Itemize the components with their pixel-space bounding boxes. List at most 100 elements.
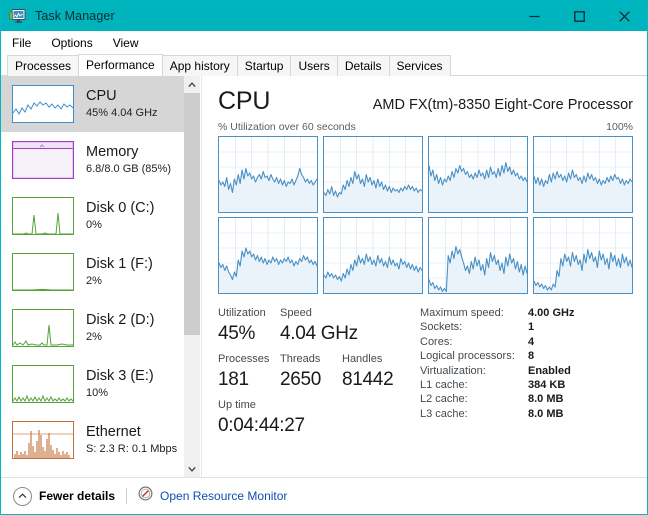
sidebar-item-disk-0-text: Disk 0 (C:) 0% [86, 200, 154, 232]
spec-virtualization: Virtualization: Enabled [420, 364, 633, 378]
sidebar-item-disk-3-name: Disk 3 (E:) [86, 368, 154, 384]
maximize-button[interactable] [557, 1, 602, 31]
chevron-up-circle-icon [13, 486, 32, 506]
spec-maximum-speed: Maximum speed: 4.00 GHz [420, 306, 633, 320]
cpu-stats: Utilization 45% Speed 4.04 GHz Processes… [218, 306, 633, 439]
menu-item-file[interactable]: File [10, 34, 40, 52]
sidebar-item-memory-name: Memory [86, 144, 139, 160]
spec-virtualization-key: Virtualization: [420, 364, 486, 377]
tab-details[interactable]: Details [336, 55, 390, 76]
menu-bar: File Options View [1, 31, 647, 55]
sidebar-scrollbar[interactable] [184, 76, 200, 477]
sidebar-item-disk-2[interactable]: Disk 2 (D:) 2% [1, 300, 184, 356]
resource-sidebar: CPU 45% 4.04 GHz Memory 6.8/8.0 GB (85%)… [1, 76, 202, 477]
stats-row-2: Processes 181 Threads 2650 Handles 81442 [218, 352, 408, 393]
stat-processes-label: Processes [218, 353, 270, 365]
stat-uptime-label: Up time [218, 399, 256, 411]
cpu-graph-6[interactable] [428, 217, 528, 294]
spec-logical-processors-value: 8 [528, 350, 535, 363]
spec-cores-value: 4 [528, 335, 535, 348]
graph-axis-labels: % Utilization over 60 seconds 100% [218, 121, 633, 133]
stat-speed-value: 4.04 GHz [280, 323, 358, 344]
disk-3-thumbnail-graph [12, 365, 74, 403]
chevron-down-icon[interactable] [184, 460, 200, 477]
sidebar-item-disk-1[interactable]: Disk 1 (F:) 2% [1, 244, 184, 300]
sidebar-item-disk-1-text: Disk 1 (F:) 2% [86, 256, 153, 288]
cpu-graph-1[interactable] [323, 136, 423, 213]
sidebar-item-disk-3-sub: 10% [86, 387, 109, 399]
spec-l1-cache-key: L1 cache: [420, 379, 468, 392]
scrollbar-thumb[interactable] [184, 93, 200, 336]
cpu-graph-5[interactable] [323, 217, 423, 294]
menu-item-view[interactable]: View [111, 34, 148, 52]
fewer-details-label: Fewer details [39, 489, 116, 503]
ethernet-thumbnail-graph [12, 421, 74, 459]
sidebar-item-memory-sub: 6.8/8.0 GB (85%) [86, 163, 171, 175]
window-title: Task Manager [35, 9, 115, 23]
cpu-graph-3[interactable] [533, 136, 633, 213]
tab-users[interactable]: Users [290, 55, 338, 76]
stat-uptime-value: 0:04:44:27 [218, 415, 305, 436]
tab-app-history[interactable]: App history [161, 55, 238, 76]
sidebar-item-ethernet[interactable]: Ethernet S: 2.3 R: 0.1 Mbps [1, 412, 184, 468]
graph-max-label: 100% [606, 121, 633, 133]
spec-l2-cache-key: L2 cache: [420, 393, 468, 406]
sidebar-item-disk-0[interactable]: Disk 0 (C:) 0% [1, 188, 184, 244]
sidebar-item-ethernet-text: Ethernet S: 2.3 R: 0.1 Mbps [86, 424, 177, 456]
sidebar-item-cpu[interactable]: CPU 45% 4.04 GHz [1, 76, 184, 132]
window-controls [512, 1, 647, 31]
tab-services[interactable]: Services [388, 55, 451, 76]
disk-2-thumbnail-graph [12, 309, 74, 347]
stat-threads-value: 2650 [280, 369, 322, 390]
tab-processes[interactable]: Processes [7, 55, 80, 76]
tab-strip: Processes Performance App history Startu… [1, 54, 647, 76]
fewer-details-button[interactable]: Fewer details [13, 486, 116, 506]
sidebar-item-disk-3[interactable]: Disk 3 (E:) 10% [1, 356, 184, 412]
spec-maximum-speed-value: 4.00 GHz [528, 307, 575, 319]
cpu-graph-7[interactable] [533, 217, 633, 294]
sidebar-item-disk-0-name: Disk 0 (C:) [86, 200, 155, 216]
minimize-button[interactable] [512, 1, 557, 31]
sidebar-item-disk-2-text: Disk 2 (D:) 2% [86, 312, 154, 344]
close-button[interactable] [602, 1, 647, 31]
page-title: CPU [218, 87, 271, 115]
menu-item-options[interactable]: Options [49, 34, 101, 52]
sidebar-item-disk-2-name: Disk 2 (D:) [86, 312, 155, 328]
stat-threads-label: Threads [280, 353, 321, 365]
stat-processes-value: 181 [218, 369, 249, 390]
cpu-thumbnail-graph [12, 85, 74, 123]
sidebar-item-cpu-sub: 45% 4.04 GHz [86, 107, 158, 119]
tab-startup[interactable]: Startup [236, 55, 292, 76]
sidebar-item-disk-3-text: Disk 3 (E:) 10% [86, 368, 154, 400]
sidebar-item-disk-0-sub: 0% [86, 219, 102, 231]
cpu-graph-2[interactable] [428, 136, 528, 213]
cpu-spec-list: Maximum speed: 4.00 GHz Sockets: 1 Cores… [420, 306, 633, 439]
cpu-model-name: AMD FX(tm)-8350 Eight-Core Processor [372, 97, 633, 113]
resource-list: CPU 45% 4.04 GHz Memory 6.8/8.0 GB (85%)… [1, 76, 184, 477]
cpu-graph-0[interactable] [218, 136, 318, 213]
sidebar-item-ethernet-sub: S: 2.3 R: 0.1 Mbps [86, 443, 178, 455]
spec-l3-cache-value: 8.0 MB [528, 407, 564, 420]
stat-handles: Handles 81442 [342, 352, 404, 393]
stat-utilization-label: Utilization [218, 307, 266, 319]
stat-handles-label: Handles [342, 353, 383, 365]
stats-row-1: Utilization 45% Speed 4.04 GHz [218, 306, 408, 347]
spec-l2-cache: L2 cache: 8.0 MB [420, 392, 633, 406]
sidebar-item-cpu-name: CPU [86, 88, 117, 104]
spec-l3-cache-key: L3 cache: [420, 407, 468, 420]
spec-sockets-key: Sockets: [420, 321, 463, 334]
scrollbar-track[interactable] [184, 93, 200, 460]
spec-cores-key: Cores: [420, 335, 453, 348]
stat-utilization-value: 45% [218, 323, 256, 344]
spec-l1-cache: L1 cache: 384 KB [420, 378, 633, 392]
sidebar-item-memory[interactable]: Memory 6.8/8.0 GB (85%) [1, 132, 184, 188]
task-manager-icon [9, 8, 27, 24]
chevron-up-icon[interactable] [184, 76, 200, 93]
tab-performance[interactable]: Performance [78, 54, 163, 76]
stat-threads: Threads 2650 [280, 352, 342, 393]
stat-speed-label: Speed [280, 307, 312, 319]
cpu-graph-4[interactable] [218, 217, 318, 294]
spec-l3-cache: L3 cache: 8.0 MB [420, 407, 633, 421]
open-resource-monitor-link[interactable]: Open Resource Monitor [138, 486, 287, 506]
spec-l2-cache-value: 8.0 MB [528, 393, 564, 406]
